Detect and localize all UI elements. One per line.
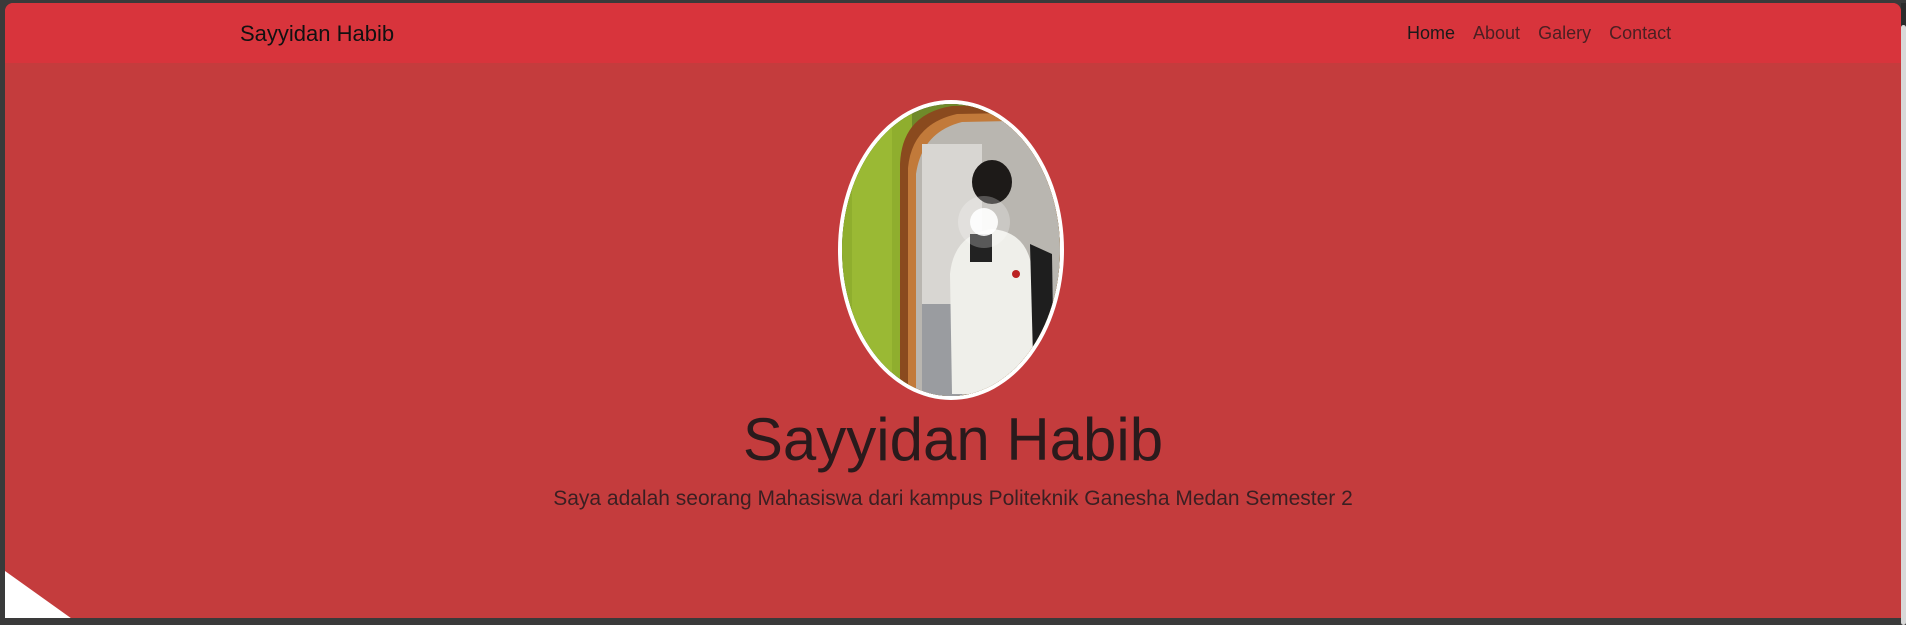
mirror-selfie-image [842,104,1060,396]
nav-link-contact[interactable]: Contact [1600,23,1680,44]
hero-subtitle: Saya adalah seorang Mahasiswa dari kampu… [553,487,1353,510]
hero-title: Sayyidan Habib [742,406,1164,473]
nav-links: Home About Galery Contact [1407,23,1680,44]
wave-decoration [5,571,71,618]
navbar-brand[interactable]: Sayyidan Habib [240,21,394,47]
profile-photo [838,100,1064,400]
nav-link-home[interactable]: Home [1407,23,1464,44]
nav-link-about[interactable]: About [1464,23,1529,44]
scrollbar-thumb[interactable] [1901,25,1906,625]
browser-viewport: Sayyidan Habib Home About Galery Contact [5,3,1901,618]
navbar: Sayyidan Habib Home About Galery Contact [5,3,1901,63]
scrollbar[interactable] [1901,3,1906,625]
nav-link-galery[interactable]: Galery [1529,23,1600,44]
